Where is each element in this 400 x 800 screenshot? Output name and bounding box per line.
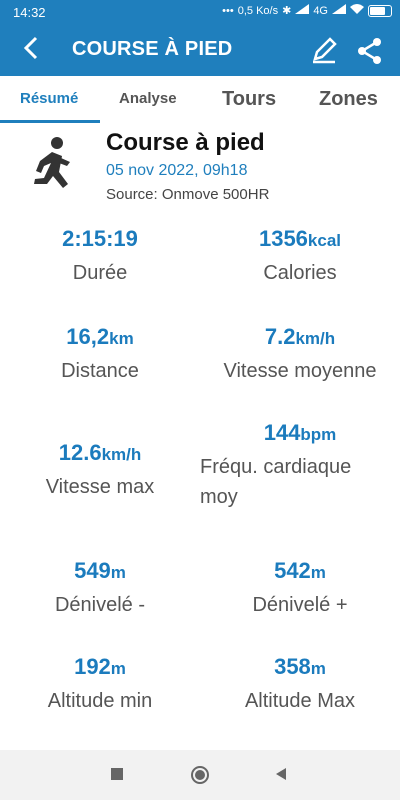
stat-label: Durée [72,262,128,284]
active-tab-indicator [0,120,100,123]
stat-value: 549m [74,558,126,583]
stat-value: 16,2km [66,324,134,349]
stat-value: 192m [74,654,126,679]
stat-distance: 16,2km Distance [0,324,200,386]
recents-square-icon[interactable] [110,767,124,786]
stat-value: 7.2km/h [264,324,336,349]
stat-avg-heart-rate: 144bpm Fréqu. cardiaque moy [200,420,400,512]
stats-grid: 2:15:19 Durée 1356kcal Calories 16,2km D… [0,212,400,750]
back-arrow-icon[interactable] [22,35,40,68]
bluetooth-icon: ✱ [282,5,292,17]
stat-label: Dénivelé + [252,594,348,616]
stat-value: 1356kcal [258,226,342,251]
tab-resume[interactable]: Résumé [20,90,78,107]
edit-pencil-icon[interactable] [310,36,338,69]
tab-analyse[interactable]: Analyse [119,90,177,107]
activity-title: Course à pied [106,129,265,156]
running-person-icon [28,136,76,201]
wifi-icon [350,4,364,17]
activity-date: 05 nov 2022, 09h18 [106,162,248,179]
stat-value: 2:15:19 [62,226,138,251]
share-icon[interactable] [356,36,384,71]
network-speed: 0,5 Ko/s [237,4,279,17]
tab-bar: Résumé Analyse Tours Zones [0,76,400,124]
more-dots-icon: ••• [222,4,234,17]
stat-descent: 549m Dénivelé - [0,558,200,620]
system-nav-bar [0,750,400,800]
stat-label: Distance [61,360,139,382]
stat-altitude-min: 192m Altitude min [0,654,200,716]
signal-icon [295,4,310,17]
stat-value: 542m [274,558,326,583]
status-icons: ••• 0,5 Ko/s ✱ 4G [222,4,392,17]
tab-zones[interactable]: Zones [319,88,378,111]
signal-icon-2 [332,4,346,17]
tab-tours[interactable]: Tours [222,88,276,111]
stat-altitude-max: 358m Altitude Max [200,654,400,716]
back-triangle-icon[interactable] [274,767,288,786]
activity-header: Course à pied 05 nov 2022, 09h18 Source:… [0,124,400,212]
status-time: 14:32 [13,5,46,20]
stat-value: 144bpm [263,420,337,445]
stat-max-speed: 12.6km/h Vitesse max [0,440,200,502]
stat-label: Altitude Max [244,690,356,712]
stat-value: 12.6km/h [58,440,142,465]
stat-label: Dénivelé - [54,594,146,616]
stat-ascent: 542m Dénivelé + [200,558,400,620]
page-title: COURSE À PIED [72,38,233,60]
stat-label: Fréqu. cardiaque moy [200,456,352,508]
stat-calories: 1356kcal Calories [200,226,400,288]
stat-value: 358m [274,654,326,679]
app-bar: COURSE À PIED [0,26,400,76]
status-bar: 14:32 ••• 0,5 Ko/s ✱ 4G [0,0,400,26]
stat-label: Altitude min [47,690,153,712]
stat-label: Vitesse moyenne [223,360,377,382]
activity-source: Source: Onmove 500HR [106,186,270,203]
stat-label: Vitesse max [45,476,155,498]
battery-icon [368,4,392,17]
home-circle-icon[interactable] [190,765,210,790]
network-type: 4G [313,4,328,17]
stat-label: Calories [263,262,337,284]
stat-duration: 2:15:19 Durée [0,226,200,288]
stat-avg-speed: 7.2km/h Vitesse moyenne [200,324,400,386]
